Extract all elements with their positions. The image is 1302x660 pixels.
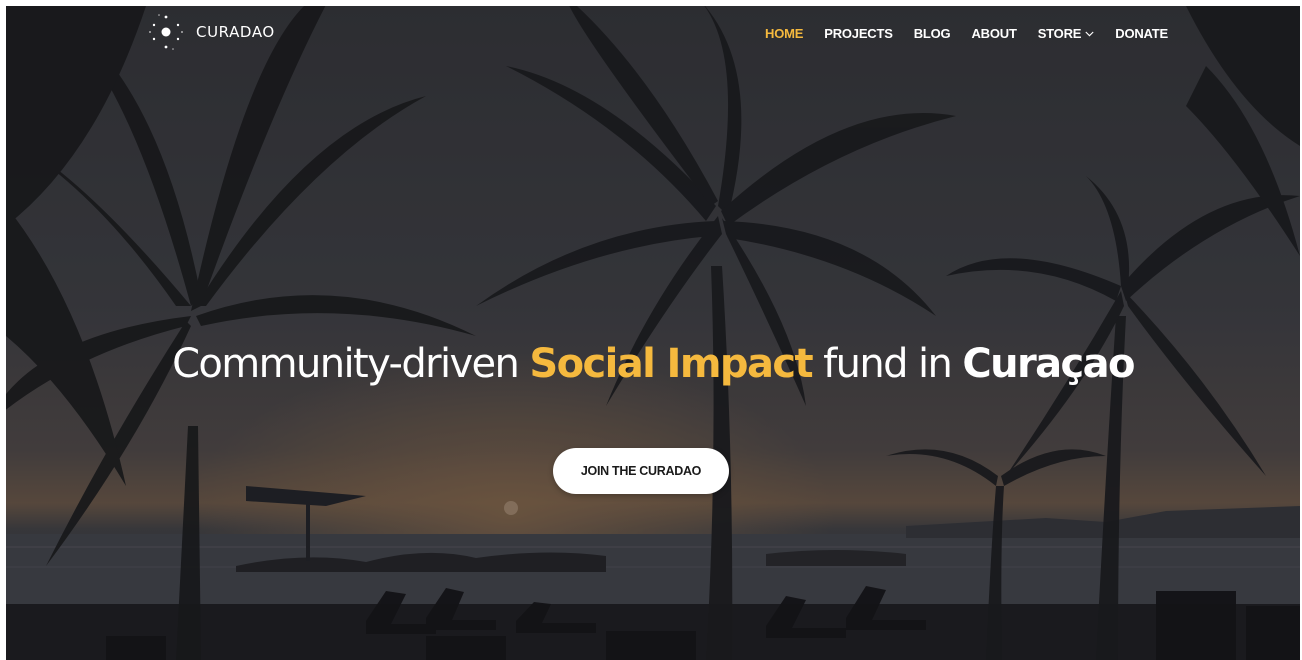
nav-item-label: PROJECTS [824, 26, 893, 41]
hero-section: CURADAO HOME PROJECTS BLOG ABOUT STORE D… [6, 6, 1300, 660]
nav-item-home[interactable]: HOME [765, 26, 803, 41]
nav-item-projects[interactable]: PROJECTS [824, 26, 893, 41]
brand-name: CURADAO [196, 23, 275, 41]
hero-title: Community-driven Social Impact fund in C… [6, 336, 1300, 392]
nav-item-blog[interactable]: BLOG [914, 26, 951, 41]
nav-item-about[interactable]: ABOUT [971, 26, 1016, 41]
nav-item-label: ABOUT [971, 26, 1017, 41]
hero-title-part1: Community-driven [172, 341, 530, 387]
nav-item-label: HOME [765, 26, 804, 41]
brand-logo[interactable]: CURADAO [146, 12, 275, 52]
hero-title-bold: Curaçao [962, 341, 1135, 387]
nav-item-label: DONATE [1115, 26, 1168, 41]
nav-item-label: BLOG [913, 26, 951, 41]
constellation-dots-icon [149, 14, 183, 50]
site-header: CURADAO HOME PROJECTS BLOG ABOUT STORE D… [6, 6, 1300, 66]
main-nav: HOME PROJECTS BLOG ABOUT STORE DONATE [765, 26, 1168, 41]
hero-title-part2: fund in [811, 341, 963, 387]
nav-item-donate[interactable]: DONATE [1115, 26, 1168, 41]
chevron-down-icon [1085, 31, 1094, 37]
hero-title-accent: Social Impact [529, 341, 813, 387]
join-button[interactable]: JOIN THE CURADAO [553, 448, 729, 494]
dark-overlay [6, 6, 1300, 660]
nav-item-label: STORE [1037, 26, 1082, 41]
nav-item-store[interactable]: STORE [1038, 26, 1095, 41]
